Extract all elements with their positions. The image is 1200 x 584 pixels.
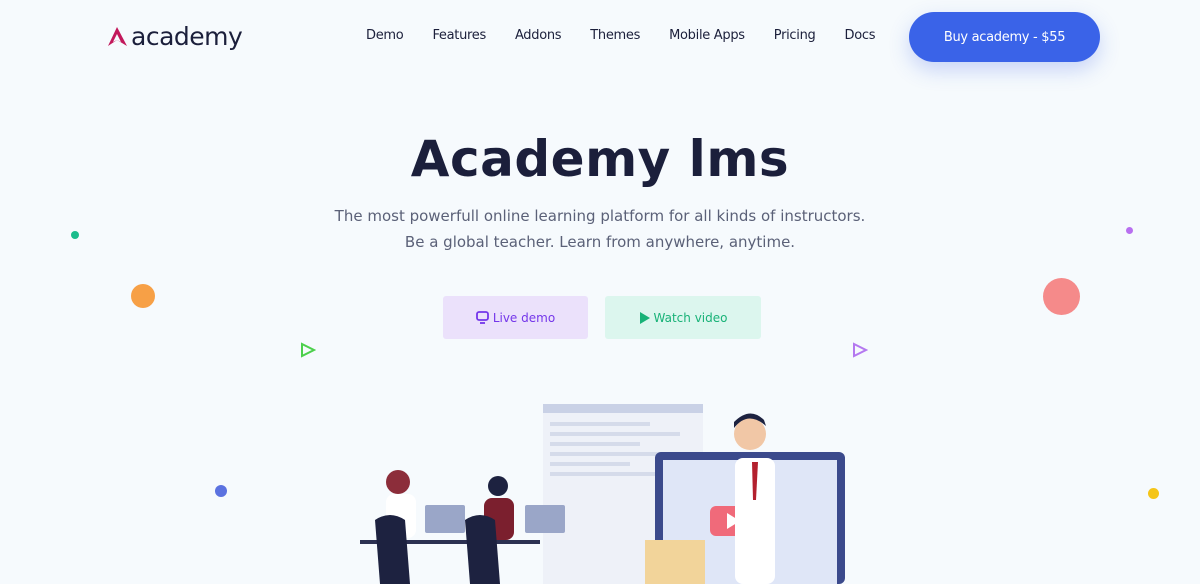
monitor-icon	[475, 311, 489, 324]
top-nav: academy Demo Features Addons Themes Mobi…	[0, 0, 1200, 72]
academy-logo-icon	[108, 26, 127, 46]
hero-title: Academy lms	[410, 130, 790, 188]
nav-demo[interactable]: Demo	[366, 28, 404, 43]
main-menu: Demo Features Addons Themes Mobile Apps …	[366, 28, 904, 43]
live-demo-button[interactable]: Live demo	[443, 296, 588, 339]
decor-dot	[1126, 227, 1133, 234]
watch-video-label: Watch video	[653, 310, 728, 325]
live-demo-label: Live demo	[492, 310, 556, 325]
nav-pricing[interactable]: Pricing	[774, 28, 816, 43]
hero-subtitle: The most powerfull online learning platf…	[0, 203, 1200, 255]
triangle-icon	[853, 342, 868, 358]
decor-dot	[131, 284, 155, 308]
logo-text: academy	[131, 22, 243, 51]
decor-dot	[1043, 278, 1080, 315]
decor-dot	[1148, 488, 1159, 499]
logo[interactable]: academy	[106, 22, 243, 51]
triangle-icon	[301, 342, 316, 358]
nav-addons[interactable]: Addons	[515, 28, 562, 43]
nav-mobile-apps[interactable]: Mobile Apps	[669, 28, 745, 43]
play-icon	[639, 311, 650, 324]
hero-illustration	[360, 404, 845, 584]
buy-academy-button[interactable]: Buy academy - $55	[909, 12, 1100, 62]
watch-video-button[interactable]: Watch video	[605, 296, 761, 339]
decor-dot	[71, 231, 79, 239]
nav-themes[interactable]: Themes	[590, 28, 640, 43]
subtitle-line-2: Be a global teacher. Learn from anywhere…	[404, 233, 796, 251]
decor-dot	[215, 485, 227, 497]
nav-docs[interactable]: Docs	[844, 28, 875, 43]
subtitle-line-1: The most powerfull online learning platf…	[334, 207, 866, 225]
nav-features[interactable]: Features	[432, 28, 486, 43]
